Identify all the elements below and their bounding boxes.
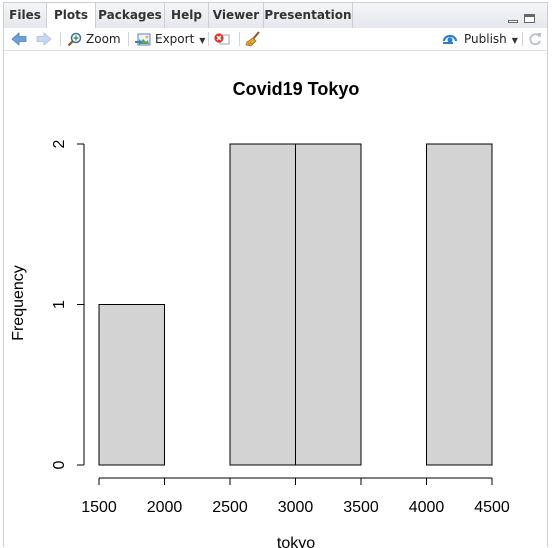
refresh-icon — [529, 33, 541, 46]
tab-help[interactable]: Help — [165, 3, 209, 28]
tab-viewer[interactable]: Viewer — [209, 3, 264, 28]
remove-plot-icon — [214, 33, 230, 45]
plot-title: Covid19 Tokyo — [233, 79, 360, 99]
x-tick-label: 4000 — [409, 499, 445, 516]
x-axis-label: tokyo — [277, 535, 315, 548]
y-tick-label: 1 — [51, 300, 68, 309]
refresh-button[interactable] — [528, 28, 542, 50]
tab-presentation[interactable]: Presentation — [264, 3, 353, 28]
tab-files[interactable]: Files — [4, 3, 47, 28]
histogram-bar-2 — [229, 143, 296, 466]
back-button[interactable] — [11, 28, 27, 50]
x-tick-label: 3000 — [278, 499, 314, 516]
x-tick-label: 3500 — [343, 499, 379, 516]
publish-label: Publish — [464, 32, 507, 46]
arrow-right-icon — [36, 32, 52, 46]
chevron-down-icon: ▼ — [199, 36, 206, 45]
x-tick-label: 1500 — [81, 499, 117, 516]
toolbar-separator — [60, 32, 61, 46]
forward-button[interactable] — [36, 28, 52, 50]
histogram-bars — [98, 143, 493, 466]
x-axis: 1500 2000 2500 3000 3500 4000 4500 — [81, 477, 510, 516]
tab-plots[interactable]: Plots — [47, 3, 96, 29]
zoom-button[interactable]: Zoom — [67, 28, 121, 50]
export-label: Export — [155, 32, 195, 46]
histogram-plot: Covid19 Tokyo Frequency tokyo 1500 2000 25… — [10, 79, 510, 548]
plots-pane: Files Plots Packages Help Viewer Present… — [3, 2, 548, 548]
export-button[interactable]: Export ▼ — [135, 28, 205, 50]
zoom-icon — [67, 32, 82, 46]
x-tick-label: 2000 — [147, 499, 183, 516]
arrow-left-icon — [11, 32, 27, 46]
histogram-bar-0 — [98, 304, 165, 466]
histogram-bar-5 — [426, 143, 493, 466]
toolbar-separator — [128, 32, 129, 46]
y-tick-label: 2 — [51, 139, 68, 148]
minimize-pane-icon[interactable] — [508, 14, 519, 23]
broom-icon — [245, 31, 260, 47]
publish-icon — [442, 34, 458, 44]
zoom-label: Zoom — [86, 32, 121, 46]
remove-plot-button[interactable] — [214, 28, 230, 50]
maximize-pane-icon[interactable] — [524, 14, 535, 23]
chevron-down-icon: ▼ — [511, 36, 518, 45]
toolbar-separator — [239, 32, 240, 46]
clear-all-plots-button[interactable] — [245, 28, 261, 50]
y-axis: 0 1 2 — [51, 139, 85, 469]
tab-bar: Files Plots Packages Help Viewer Present… — [4, 3, 547, 29]
toolbar-separator — [522, 32, 523, 46]
publish-button[interactable]: Publish ▼ — [442, 28, 518, 50]
plots-toolbar: Zoom Export ▼ Publish ▼ — [4, 28, 547, 51]
x-tick-label: 2500 — [212, 499, 248, 516]
histogram-bar-3 — [295, 143, 362, 466]
y-axis-label: Frequency — [10, 265, 27, 341]
y-tick-label: 0 — [51, 460, 68, 469]
export-image-icon — [135, 33, 151, 46]
tab-packages[interactable]: Packages — [96, 3, 165, 28]
x-tick-label: 4500 — [474, 499, 510, 516]
toolbar-separator — [208, 32, 209, 46]
